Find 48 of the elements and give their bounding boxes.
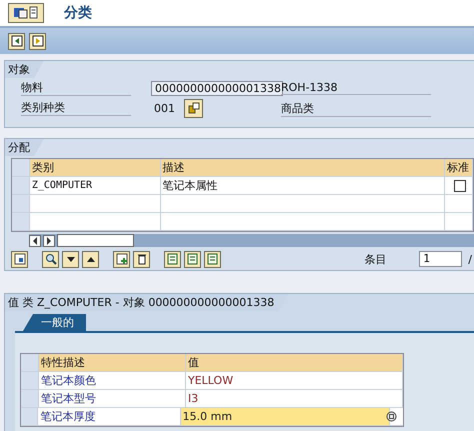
value-field[interactable]: I3 xyxy=(186,390,403,407)
field-label: 类别种类 xyxy=(21,100,131,116)
move-down-button[interactable] xyxy=(62,250,79,268)
class-type-button[interactable] xyxy=(184,98,203,118)
value-field[interactable]: YELLOW xyxy=(186,372,403,389)
scroll-left-button[interactable] xyxy=(29,234,41,246)
entry-separator: / xyxy=(468,252,472,266)
column-header: 类别 xyxy=(30,159,161,176)
field-description: ROH-1338 xyxy=(281,81,431,95)
field-label: 物料 xyxy=(21,80,131,96)
field-value: 001 xyxy=(153,102,176,114)
table-cell: 笔记本属性 xyxy=(160,177,446,194)
document-button[interactable] xyxy=(184,250,201,268)
search-icon xyxy=(44,253,56,265)
table-cell: Z_COMPUTER xyxy=(30,177,161,194)
column-header: 特性描述 xyxy=(39,354,186,371)
display-change-button[interactable] xyxy=(8,3,44,23)
column-header: 值 xyxy=(186,354,403,371)
tab[interactable]: 一般的 xyxy=(23,314,86,331)
group-title: 分配 xyxy=(5,139,44,156)
group-title: 值 类 Z_COMPUTER - 对象 000000000000001338 xyxy=(5,294,288,311)
field-description: 商品类 xyxy=(281,101,431,117)
field-value: 000000000000001338 xyxy=(151,80,283,96)
previous-button[interactable] xyxy=(8,32,25,50)
document-button[interactable] xyxy=(204,250,221,268)
entry-field[interactable]: 1 xyxy=(419,251,462,267)
find-button[interactable] xyxy=(42,250,59,268)
table-cell: 笔记本颜色 xyxy=(39,372,186,389)
column-header: 标准 xyxy=(445,159,474,176)
move-up-button[interactable] xyxy=(82,250,99,268)
table-cell: 笔记本型号 xyxy=(39,390,186,407)
group-title: 对象 xyxy=(5,61,44,78)
left-arrow-icon xyxy=(32,236,38,244)
window-title: 分类 xyxy=(64,4,92,22)
checkbox[interactable] xyxy=(454,180,466,192)
add-document-icon xyxy=(116,253,128,265)
insert-row-button[interactable] xyxy=(113,250,130,268)
details-button[interactable] xyxy=(11,250,28,268)
trash-icon xyxy=(136,253,148,265)
scroll-right-button[interactable] xyxy=(43,234,55,246)
column-header: 描述 xyxy=(160,159,446,176)
scrollbar-thumb[interactable] xyxy=(57,234,134,247)
next-button[interactable] xyxy=(29,32,46,50)
document-button[interactable] xyxy=(164,250,181,268)
value-field[interactable]: 15.0 mm xyxy=(180,408,390,425)
entry-label: 条目 xyxy=(364,252,386,266)
right-arrow-icon xyxy=(46,236,52,244)
delete-button[interactable] xyxy=(133,250,150,268)
